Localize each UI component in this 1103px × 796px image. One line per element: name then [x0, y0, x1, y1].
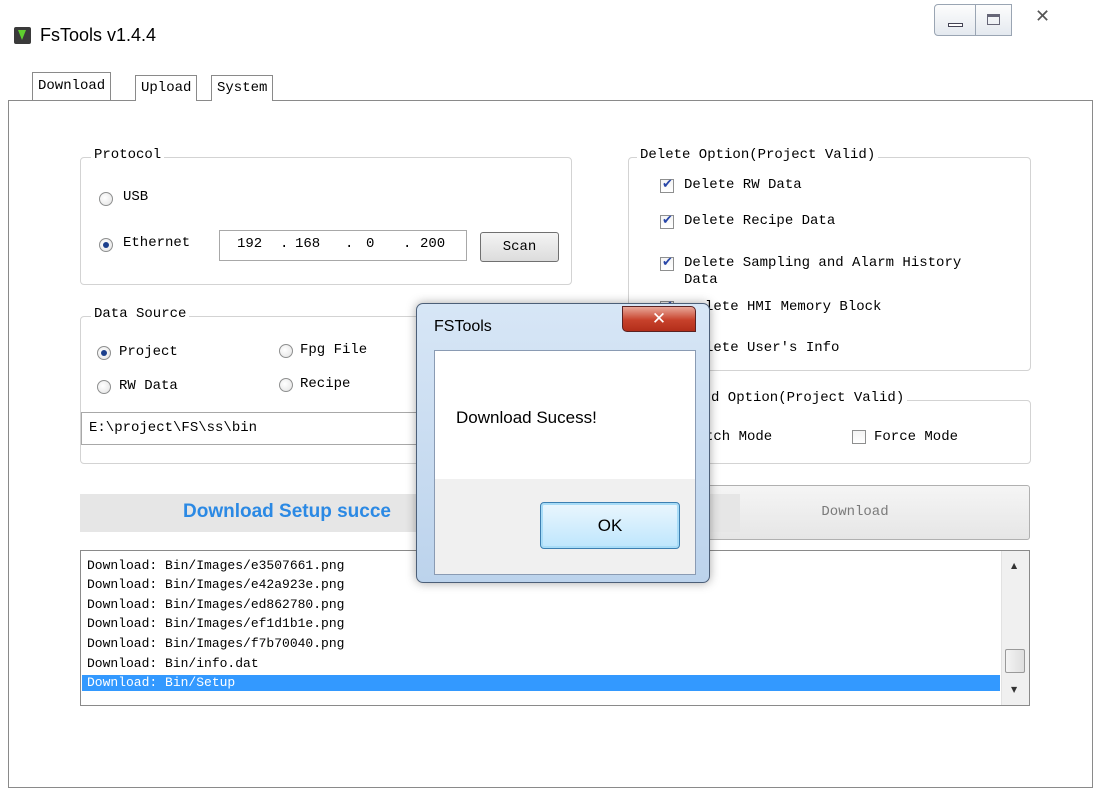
ip-octet-2: 168: [295, 236, 321, 252]
dialog-close-button[interactable]: ✕: [622, 306, 696, 332]
log-item[interactable]: Download: Bin/Images/ef1d1b1e.png: [87, 616, 344, 632]
delete-recipe-data-label: Delete Recipe Data: [684, 213, 836, 229]
tab-upload[interactable]: Upload: [135, 75, 198, 101]
rw-data-radio[interactable]: [97, 380, 111, 394]
force-mode-checkbox[interactable]: [852, 430, 866, 444]
force-mode-label: Force Mode: [874, 429, 959, 445]
scan-button[interactable]: Scan: [480, 232, 559, 262]
usb-radio[interactable]: [99, 192, 113, 206]
delete-hmi-memory-label: lete HMI Memory Block: [705, 299, 882, 315]
close-icon: ✕: [1035, 6, 1051, 27]
ip-octet-1: 192: [237, 236, 263, 252]
tab-download[interactable]: Download: [32, 72, 112, 100]
delete-rw-data-label: Delete RW Data: [684, 177, 802, 193]
scroll-thumb[interactable]: [1005, 649, 1025, 673]
rw-data-label: RW Data: [119, 378, 178, 394]
minimize-button[interactable]: [934, 4, 976, 36]
window-title: FsTools v1.4.4: [40, 25, 157, 45]
ethernet-label: Ethernet: [123, 235, 191, 251]
check-icon: ✔: [662, 177, 673, 192]
tab-system[interactable]: System: [211, 75, 274, 101]
source-path-text: E:\project\FS\ss\bin: [89, 420, 258, 436]
protocol-group: [80, 157, 572, 285]
delete-sampling-alarm-label-line2: Data: [684, 272, 718, 288]
scroll-down-icon[interactable]: ▼: [1011, 685, 1017, 694]
status-text: Download Setup succe: [183, 501, 391, 522]
project-label: Project: [119, 344, 178, 360]
recipe-radio[interactable]: [279, 378, 293, 392]
ethernet-radio[interactable]: [99, 238, 113, 252]
delete-option-group-title: Delete Option(Project Valid): [637, 147, 879, 163]
ip-octet-4: 200: [420, 236, 446, 252]
dialog-title: FSTools: [434, 318, 492, 335]
download-option-group-title: d Option(Project Valid): [708, 390, 908, 406]
app-icon: [14, 27, 31, 44]
fpg-file-radio[interactable]: [279, 344, 293, 358]
ok-button[interactable]: OK: [540, 502, 680, 549]
usb-label: USB: [123, 189, 149, 205]
log-item[interactable]: Download: Bin/Images/f7b70040.png: [87, 636, 344, 652]
window-close-button[interactable]: ✕: [1012, 4, 1080, 36]
ip-dot: .: [345, 236, 354, 252]
delete-user-info-label: lete User's Info: [705, 340, 840, 356]
check-icon: ✔: [662, 213, 673, 228]
log-item[interactable]: Download: Bin/Images/ed862780.png: [87, 597, 344, 613]
log-scrollbar[interactable]: ▲ ▼: [1001, 551, 1029, 705]
recipe-label: Recipe: [300, 376, 351, 392]
project-radio[interactable]: [97, 346, 111, 360]
dialog-message: Download Sucess!: [456, 408, 597, 427]
scroll-up-icon[interactable]: ▲: [1011, 561, 1017, 570]
close-icon: ✕: [651, 309, 667, 329]
delete-sampling-alarm-label: Delete Sampling and Alarm History: [684, 255, 962, 271]
log-item-selected[interactable]: Download: Bin/Setup: [82, 675, 1000, 691]
log-item[interactable]: Download: Bin/info.dat: [87, 656, 259, 672]
protocol-group-title: Protocol: [91, 147, 165, 163]
check-icon: ✔: [662, 255, 673, 270]
delete-sampling-alarm-checkbox[interactable]: ✔: [660, 255, 674, 271]
ip-dot: .: [403, 236, 412, 252]
delete-rw-data-checkbox[interactable]: ✔: [660, 177, 674, 193]
data-source-group-title: Data Source: [91, 306, 190, 322]
ip-octet-3: 0: [366, 236, 375, 252]
ip-dot: .: [280, 236, 289, 252]
maximize-button[interactable]: [976, 4, 1012, 36]
log-item[interactable]: Download: Bin/Images/e3507661.png: [87, 558, 344, 574]
batch-mode-label: tch Mode: [705, 429, 773, 445]
delete-recipe-data-checkbox[interactable]: ✔: [660, 213, 674, 229]
log-item[interactable]: Download: Bin/Images/e42a923e.png: [87, 577, 344, 593]
fpg-file-label: Fpg File: [300, 342, 368, 358]
